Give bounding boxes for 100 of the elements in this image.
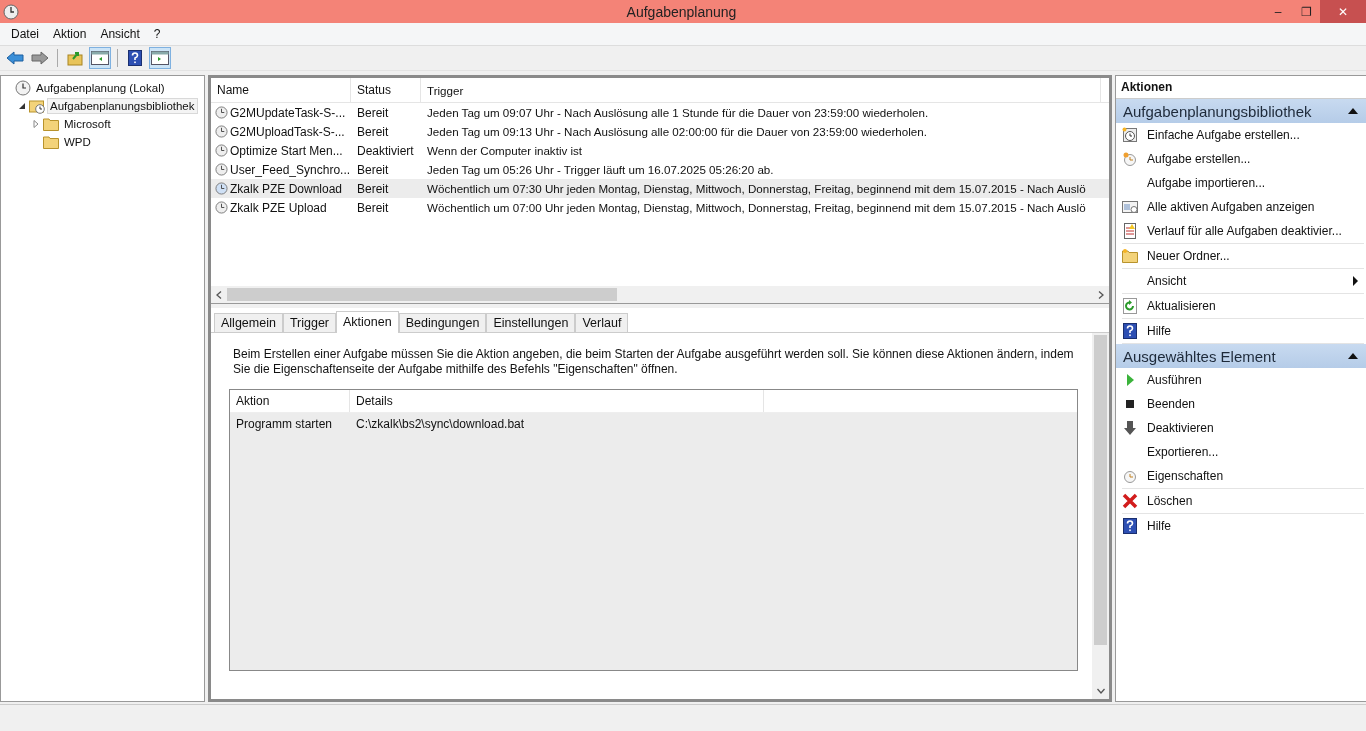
task-status: Bereit xyxy=(356,200,390,215)
tab[interactable]: Verlauf xyxy=(575,313,629,332)
column-header[interactable]: Details xyxy=(350,390,764,412)
scroll-left-icon[interactable] xyxy=(216,290,222,299)
clock-icon xyxy=(215,182,228,195)
folder-clock-icon xyxy=(29,98,45,114)
horizontal-scrollbar[interactable] xyxy=(211,286,1109,303)
collapse-icon[interactable] xyxy=(1348,108,1358,114)
action-item[interactable]: Aufgabe erstellen... xyxy=(1122,147,1364,171)
menu-item[interactable]: Ansicht xyxy=(93,27,147,41)
clock-icon xyxy=(215,125,228,138)
console-tree-button[interactable] xyxy=(89,47,111,69)
action-item[interactable]: Einfache Aufgabe erstellen... xyxy=(1122,123,1364,147)
task-trigger: Wöchentlich um 07:30 Uhr jeden Montag, Dienstag, Mittwoch, Donnerstag, Freitag, beginnend mit dem 15.07.2015 - Nach Auslö xyxy=(426,182,1087,195)
section-title: Ausgewähltes Element xyxy=(1123,347,1276,365)
clock-icon xyxy=(3,3,19,20)
tab[interactable]: Allgemein xyxy=(214,313,283,332)
action-item[interactable]: Verlauf für alle Aufgaben deaktivier... xyxy=(1122,219,1364,243)
section-title: Aufgabenplanungsbibliothek xyxy=(1123,102,1312,120)
action-item[interactable]: Hilfe xyxy=(1122,319,1364,343)
action-item[interactable]: Aktualisieren xyxy=(1122,294,1364,318)
task-name: User_Feed_Synchro... xyxy=(230,162,351,177)
task-row[interactable]: G2MUploadTask-S-... Bereit Jeden Tag um 09:13 Uhr - Nach Auslösung alle 02:00:00 für die Dauer von 23:59:00 wiederholen. xyxy=(211,122,1109,141)
list-icon xyxy=(1122,199,1138,215)
task-name: G2MUpdateTask-S-... xyxy=(230,105,346,120)
task-trigger: Wenn der Computer inaktiv ist xyxy=(426,144,584,157)
log-icon xyxy=(1122,223,1138,239)
close-button[interactable]: ✕ xyxy=(1320,0,1366,23)
collapse-icon[interactable] xyxy=(18,102,26,110)
tab[interactable]: Einstellungen xyxy=(486,313,576,332)
tab[interactable]: Aktionen xyxy=(336,311,399,333)
task-trigger: Jeden Tag um 09:13 Uhr - Nach Auslösung alle 02:00:00 für die Dauer von 23:59:00 wiederholen. xyxy=(426,125,928,138)
tree-item[interactable]: Aufgabenplanungsbibliothek xyxy=(47,98,198,114)
task-name: Zkalk PZE Download xyxy=(230,181,343,196)
maximize-button[interactable]: ❐ xyxy=(1292,0,1320,23)
task-name: G2MUploadTask-S-... xyxy=(230,124,345,139)
scroll-right-icon[interactable] xyxy=(1098,290,1104,299)
minimize-button[interactable]: – xyxy=(1264,0,1292,23)
task-status: Deaktiviert xyxy=(356,143,415,158)
tree-item[interactable]: Microsoft xyxy=(61,116,114,132)
action-item[interactable]: Deaktivieren xyxy=(1122,416,1364,440)
vertical-scrollbar[interactable] xyxy=(1092,333,1109,699)
clock-icon xyxy=(215,163,228,176)
section-header[interactable]: Aufgabenplanungsbibliothek xyxy=(1116,99,1366,123)
scroll-down-icon[interactable] xyxy=(1096,688,1105,694)
action-item[interactable]: Alle aktiven Aufgaben anzeigen xyxy=(1122,195,1364,219)
clock-icon xyxy=(1122,468,1138,484)
task-name: Zkalk PZE Upload xyxy=(230,200,327,215)
action-item[interactable]: Eigenschaften xyxy=(1122,464,1364,488)
clock-icon xyxy=(215,201,228,214)
action-item[interactable]: Ausführen xyxy=(1122,368,1364,392)
help-icon xyxy=(1122,323,1138,339)
task-row[interactable]: Optimize Start Men... Deaktiviert Wenn der Computer inaktiv ist xyxy=(211,141,1109,160)
action-item[interactable]: Löschen xyxy=(1122,489,1364,513)
menu-item[interactable]: Datei xyxy=(4,27,46,41)
action-item[interactable]: Neuer Ordner... xyxy=(1122,244,1364,268)
description-text: Beim Erstellen einer Aufgabe müssen Sie die Aktion angeben, die beim Starten der Aufgabe ausgeführt werden soll. Sie können diese Aktionen ändern, indem Sie die Eigenschaftenseite der Aufgabe mithilfe des Befehls "Eigenschaften" öffnen. xyxy=(233,347,1075,377)
task-trigger: Wöchentlich um 07:00 Uhr jeden Montag, Dienstag, Mittwoch, Donnerstag, Freitag, beginnend mit dem 15.07.2015 - Nach Auslö xyxy=(426,201,1087,214)
task-row[interactable]: G2MUpdateTask-S-... Bereit Jeden Tag um 09:07 Uhr - Nach Auslösung alle 1 Stunde für die Dauer von 23:59:00 wiederholen. xyxy=(211,103,1109,122)
window-title: Aufgabenplanung xyxy=(625,3,738,20)
task-status: Bereit xyxy=(356,105,390,120)
folder-icon xyxy=(43,116,59,132)
tree-item[interactable]: Aufgabenplanung (Lokal) xyxy=(33,80,168,96)
task-row[interactable]: Zkalk PZE Upload Bereit Wöchentlich um 07:00 Uhr jeden Montag, Dienstag, Mittwoch, Donnerstag, Freitag, beginnend mit dem 15.07.2015 - Nach Auslö xyxy=(211,198,1109,217)
down-arrow-icon xyxy=(1122,420,1138,436)
table-cell-text: C:\zkalk\bs2\sync\download.bat xyxy=(355,417,526,431)
task-status: Bereit xyxy=(356,124,390,139)
column-header[interactable]: Name xyxy=(211,78,351,102)
task-trigger: Jeden Tag um 09:07 Uhr - Nach Auslösung alle 1 Stunde für die Dauer von 23:59:00 wiederholen. xyxy=(426,106,930,119)
action-item[interactable]: Aufgabe importieren... xyxy=(1122,171,1364,195)
menu-item[interactable]: Aktion xyxy=(46,27,94,41)
collapse-icon[interactable] xyxy=(1348,353,1358,359)
task-trigger: Jeden Tag um 05:26 Uhr - Trigger läuft um 16.07.2025 05:26:20 ab. xyxy=(426,163,775,176)
action-item[interactable]: Hilfe xyxy=(1122,514,1364,538)
menu-item[interactable]: ? xyxy=(146,27,168,41)
action-item[interactable]: Ansicht xyxy=(1122,269,1364,293)
expand-icon[interactable] xyxy=(32,120,40,128)
clock-icon xyxy=(1122,127,1138,143)
task-row[interactable]: User_Feed_Synchro... Bereit Jeden Tag um 05:26 Uhr - Trigger läuft um 16.07.2025 05:26:20 ab. xyxy=(211,160,1109,179)
action-pane-button[interactable] xyxy=(149,47,171,69)
submenu-arrow-icon xyxy=(1353,276,1358,286)
clock-icon xyxy=(15,80,31,96)
column-header[interactable]: Aktion xyxy=(230,390,350,412)
column-header[interactable]: Trigger xyxy=(421,78,1101,102)
task-status: Bereit xyxy=(356,181,390,196)
action-item[interactable]: Beenden xyxy=(1122,392,1364,416)
action-item[interactable]: Exportieren... xyxy=(1122,440,1364,464)
task-name: Optimize Start Men... xyxy=(230,143,343,158)
task-row[interactable]: Zkalk PZE Download Bereit Wöchentlich um 07:30 Uhr jeden Montag, Dienstag, Mittwoch, Donnerstag, Freitag, beginnend mit dem 15.07.2015 - Nach Auslö xyxy=(211,179,1109,198)
task-status: Bereit xyxy=(356,162,390,177)
tree-item[interactable]: WPD xyxy=(61,134,94,150)
delete-icon xyxy=(1122,493,1138,509)
section-header[interactable]: Ausgewähltes Element xyxy=(1116,344,1366,368)
column-header[interactable]: Status xyxy=(351,78,421,102)
clock-icon xyxy=(215,106,228,119)
help-icon xyxy=(1122,518,1138,534)
tab[interactable]: Bedingungen xyxy=(398,313,487,332)
tab[interactable]: Trigger xyxy=(282,313,337,332)
folder-icon xyxy=(43,134,59,150)
clock-icon xyxy=(1122,151,1138,167)
